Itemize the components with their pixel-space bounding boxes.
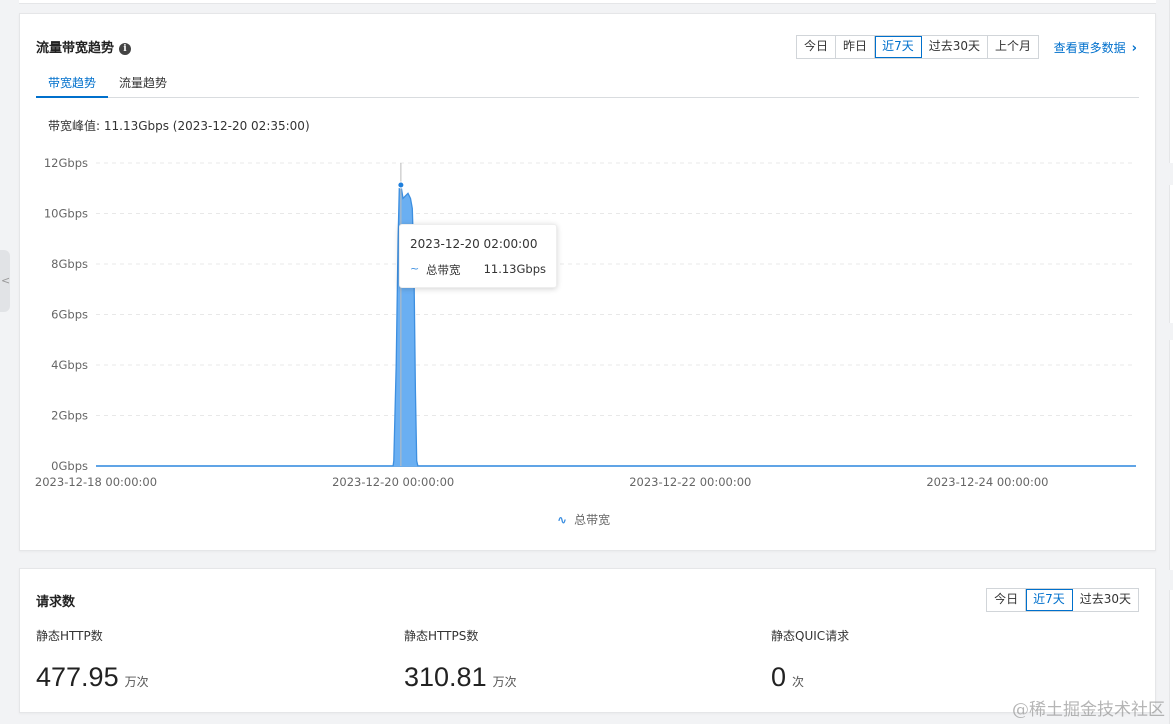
metric-http: 静态HTTP数 477.95 万次 xyxy=(36,627,149,693)
y-tick-label: 6Gbps xyxy=(51,308,88,322)
metric-value: 0 xyxy=(771,662,787,692)
chart-tooltip: 2023-12-20 02:00:00 ~ 总带宽 11.13Gbps xyxy=(399,224,557,288)
y-tick-label: 8Gbps xyxy=(51,257,88,271)
metric-label: 静态HTTPS数 xyxy=(404,629,479,643)
tooltip-series-name: 总带宽 xyxy=(426,263,461,277)
metric-value: 477.95 xyxy=(36,662,119,692)
x-tick-label: 2023-12-22 00:00:00 xyxy=(629,475,751,489)
series-line-icon: ∿ xyxy=(557,513,568,527)
metric-quic: 静态QUIC请求 0次 xyxy=(771,627,849,693)
series-line xyxy=(96,182,1136,467)
y-tick-label: 4Gbps xyxy=(51,358,88,372)
metric-unit: 万次 xyxy=(492,675,517,689)
right-panel-edge xyxy=(1169,0,1173,163)
tooltip-value: 11.13Gbps xyxy=(483,262,546,276)
right-panel-edge xyxy=(1169,185,1173,323)
series-line-icon: ~ xyxy=(410,262,420,275)
metric-https: 静态HTTPS数 310.81 万次 xyxy=(404,627,517,693)
chevron-left-icon: < xyxy=(1,274,11,287)
requests-range-button-1[interactable]: 近7天 xyxy=(1026,589,1073,611)
x-tick-label: 2023-12-24 00:00:00 xyxy=(926,475,1048,489)
bandwidth-area-chart[interactable]: 12Gbps 10Gbps 8Gbps 6Gbps 4Gbps 2Gbps 0Gbps 202… xyxy=(20,14,1157,552)
hover-point-marker xyxy=(397,181,405,189)
area-fill xyxy=(96,185,1136,466)
x-tick-label: 2023-12-20 00:00:00 xyxy=(332,475,454,489)
collapse-sidebar-handle[interactable]: < xyxy=(0,250,10,312)
previous-card-edge xyxy=(19,0,1156,4)
metric-label: 静态HTTP数 xyxy=(36,629,103,643)
y-tick-label: 12Gbps xyxy=(44,156,88,170)
right-panel-edge xyxy=(1169,590,1173,724)
metric-unit: 万次 xyxy=(124,675,149,689)
y-tick-label: 2Gbps xyxy=(51,409,88,423)
requests-range-button-0[interactable]: 今日 xyxy=(987,589,1027,611)
traffic-bandwidth-card: 流量带宽趋势 i 今日 昨日 近7天 过去30天 上个月 查看更多数据 › 带宽趋势 流量趋… xyxy=(19,13,1156,551)
x-tick-label: 2023-12-18 00:00:00 xyxy=(35,475,157,489)
legend-item-total-bandwidth[interactable]: ∿ 总带宽 xyxy=(557,511,610,528)
requests-title: 请求数 xyxy=(36,595,76,610)
metric-label: 静态QUIC请求 xyxy=(771,629,850,643)
y-tick-label: 0Gbps xyxy=(51,459,88,473)
legend-label: 总带宽 xyxy=(574,513,611,527)
requests-range-selector: 今日 近7天 过去30天 xyxy=(986,588,1139,612)
y-tick-label: 10Gbps xyxy=(44,207,88,221)
right-panel-edge xyxy=(1169,340,1173,570)
watermark: @稀土掘金技术社区 xyxy=(1012,700,1165,720)
tooltip-time: 2023-12-20 02:00:00 xyxy=(410,237,538,251)
requests-card: 请求数 今日 近7天 过去30天 静态HTTP数 477.95 万次 静态HTTPS数… xyxy=(19,568,1156,713)
requests-range-button-2[interactable]: 过去30天 xyxy=(1072,589,1138,611)
metric-value: 310.81 xyxy=(404,662,487,692)
metric-unit: 次 xyxy=(792,675,805,689)
